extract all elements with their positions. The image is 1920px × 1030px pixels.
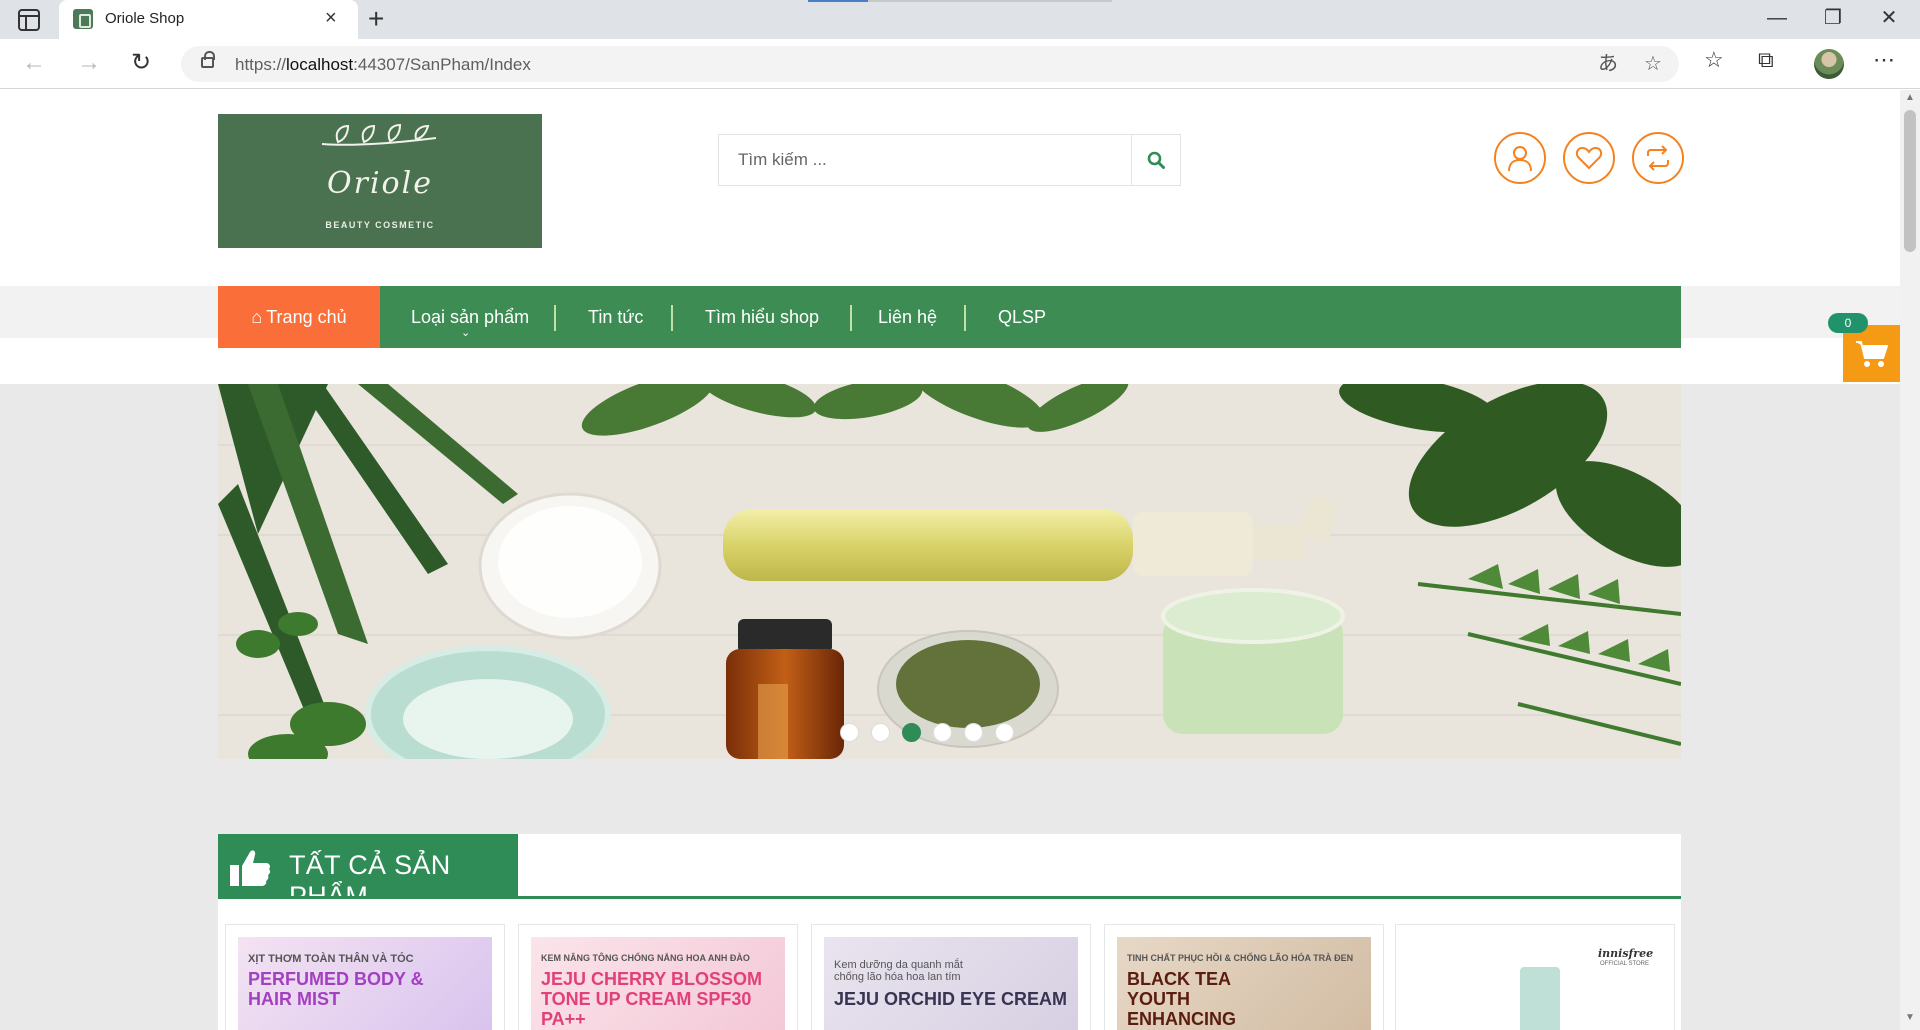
read-aloud-icon[interactable]: あ [1598,52,1618,76]
product-image-caption: TINH CHẤT PHỤC HỒI & CHỐNG LÃO HÓA TRÀ Đ… [1127,953,1354,963]
product-image-title: BLACK TEA YOUTH ENHANCING [1127,969,1237,1029]
search-box [718,134,1181,186]
search-input[interactable] [719,135,1131,185]
close-tab-icon[interactable]: × [325,7,337,29]
product-image-caption: Kem dưỡng da quanh mắt chống lão hóa hoa… [834,959,963,983]
minimize-icon[interactable]: — [1754,6,1800,30]
product-image-caption: XỊT THƠM TOÀN THÂN VÀ TÓC [248,953,414,965]
product-card[interactable]: innisfree OFFICIAL STORE [1395,924,1675,1030]
browser-tab-bar: Oriole Shop × + — ❐ ✕ [0,0,1920,39]
floating-cart-button[interactable] [1843,325,1900,382]
restore-icon[interactable]: ❐ [1810,6,1856,30]
product-image-title: JEJU ORCHID EYE CREAM [834,989,1068,1009]
cart-icon [1856,341,1888,367]
address-toolbar: ← → ↻ https://localhost:44307/SanPham/In… [0,39,1920,89]
menu-divider [964,305,966,331]
product-card[interactable]: TINH CHẤT PHỤC HỒI & CHỐNG LÃO HÓA TRÀ Đ… [1104,924,1384,1030]
cart-count-badge: 0 [1828,313,1868,333]
logo-tagline: BEAUTY COSMETIC [325,220,435,230]
page-viewport: Oriole BEAUTY COSMETIC ⌂Trang chủ [0,90,1920,1030]
favorites-icon[interactable]: ☆ [1704,47,1724,73]
url-text[interactable]: https://localhost:44307/SanPham/Index [235,55,531,75]
menu-divider [850,305,852,331]
scroll-thumb[interactable] [1904,110,1916,252]
compare-button[interactable] [1632,132,1684,184]
thumbs-up-icon [230,850,271,886]
carousel-dot[interactable] [871,723,890,742]
main-menu: ⌂ Trang chủ Loại sản phẩm ⌄ Tin tức Tìm h… [218,286,1681,348]
forward-icon[interactable]: → [77,50,101,76]
add-favorite-icon[interactable]: ☆ [1644,52,1662,76]
all-products-section: TẤT CẢ SẢN PHẨM XỊT THƠM TOÀN THÂN VÀ TÓ… [218,834,1681,1030]
account-button[interactable] [1494,132,1546,184]
scroll-up-icon[interactable]: ▲ [1905,92,1915,103]
menu-home-label: Trang chủ [266,307,347,327]
browser-tab[interactable]: Oriole Shop × [59,0,358,39]
menu-item-qlsp[interactable]: QLSP [998,286,1046,348]
favicon-icon [73,9,93,29]
product-image-title: JEJU CHERRY BLOSSOM TONE UP CREAM SPF30 … [541,969,763,1029]
carousel-dot[interactable] [933,723,952,742]
wishlist-button[interactable] [1563,132,1615,184]
carousel-dot[interactable] [995,723,1014,742]
new-tab-icon[interactable]: + [368,4,384,34]
product-card[interactable]: XỊT THƠM TOÀN THÂN VÀ TÓC PERFUMED BODY … [225,924,505,1030]
product-image: innisfree OFFICIAL STORE [1408,937,1662,1030]
hero-banner[interactable] [218,384,1681,759]
address-bar[interactable]: https://localhost:44307/SanPham/Index あ … [181,46,1679,82]
carousel-dot[interactable] [840,723,859,742]
brand-subtitle: OFFICIAL STORE [1600,961,1650,967]
scroll-down-icon[interactable]: ▼ [1905,1012,1915,1023]
search-button[interactable] [1131,135,1180,185]
loading-indicator [808,0,1112,2]
leaves-icon [321,123,437,146]
refresh-icon[interactable]: ↻ [131,50,151,76]
product-card[interactable]: Kem dưỡng da quanh mắt chống lão hóa hoa… [811,924,1091,1030]
carousel-dot[interactable] [964,723,983,742]
menu-item-tim-hieu-shop[interactable]: Tìm hiểu shop [705,286,819,348]
product-image: KEM NÂNG TÔNG CHỐNG NẮNG HOA ANH ĐÀO JEJ… [531,937,785,1030]
back-icon[interactable]: ← [22,50,46,76]
window-close-icon[interactable]: ✕ [1866,6,1912,30]
product-tube [1520,967,1560,1030]
collections-icon[interactable]: ⧉ [1758,47,1774,73]
menu-home[interactable]: ⌂ Trang chủ [218,286,380,348]
menu-item-tin-tuc[interactable]: Tin tức [588,286,643,348]
search-icon [1147,151,1165,169]
section-header: TẤT CẢ SẢN PHẨM [218,834,518,911]
menu-divider [554,305,556,331]
home-icon: ⌂ [251,307,263,327]
logo-name: Oriole [327,166,433,201]
carousel-dot-active[interactable] [902,723,921,742]
product-card[interactable]: KEM NÂNG TÔNG CHỐNG NẮNG HOA ANH ĐÀO JEJ… [518,924,798,1030]
exchange-icon [1647,145,1669,171]
tab-actions-icon[interactable] [18,9,40,31]
page-scrollbar[interactable]: ▲ ▼ [1900,90,1920,1030]
product-image: XỊT THƠM TOÀN THÂN VÀ TÓC PERFUMED BODY … [238,937,492,1030]
product-image-caption: KEM NÂNG TÔNG CHỐNG NẮNG HOA ANH ĐÀO [541,953,750,963]
more-options-icon[interactable]: ⋯ [1873,47,1895,73]
banner-image [218,384,1681,759]
brand-name: innisfree [1598,947,1654,960]
menu-item-lien-he[interactable]: Liên hệ [878,286,937,348]
chevron-down-icon: ⌄ [461,327,471,339]
site-logo[interactable]: Oriole BEAUTY COSMETIC [218,114,542,248]
section-title: TẤT CẢ SẢN PHẨM [289,850,451,911]
lock-icon[interactable] [201,51,215,68]
product-image-title: PERFUMED BODY & HAIR MIST [248,969,424,1009]
heart-icon [1575,146,1603,170]
product-image: Kem dưỡng da quanh mắt chống lão hóa hoa… [824,937,1078,1030]
product-image: TINH CHẤT PHỤC HỒI & CHỐNG LÃO HÓA TRÀ Đ… [1117,937,1371,1030]
profile-avatar[interactable] [1814,49,1844,79]
menu-divider [671,305,673,331]
carousel-indicators [840,723,1060,743]
section-underline [218,896,1681,899]
tab-title: Oriole Shop [105,10,185,27]
user-icon [1508,146,1532,172]
